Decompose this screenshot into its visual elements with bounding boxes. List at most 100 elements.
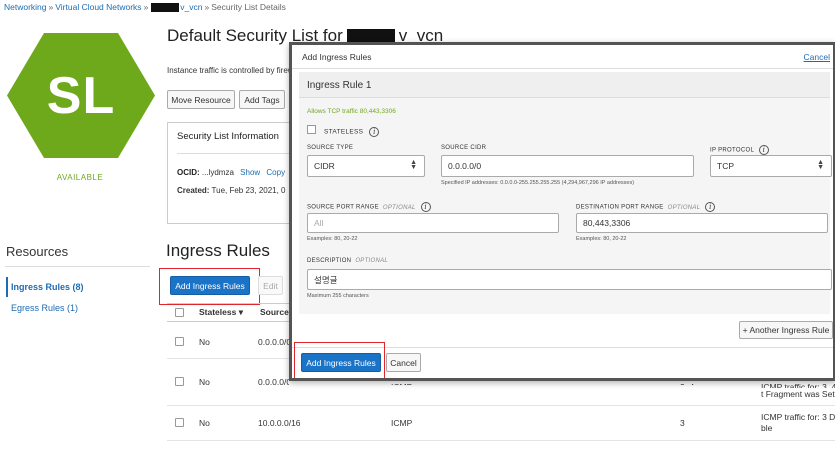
divider xyxy=(5,266,150,267)
source-type-label: SOURCE TYPE xyxy=(307,145,354,151)
description-label-text: DESCRIPTION xyxy=(307,258,352,264)
resources-heading: Resources xyxy=(6,244,69,259)
breadcrumb-vcns[interactable]: Virtual Cloud Networks xyxy=(55,2,141,12)
cell-description: ICMP traffic for: 3, 4 Destination Unrea… xyxy=(761,382,835,388)
info-icon[interactable]: i xyxy=(369,127,380,137)
intro-text: Instance traffic is controlled by firewa… xyxy=(167,66,292,75)
description-hint: Maximum 255 characters xyxy=(307,293,369,299)
created-label: Created: xyxy=(177,186,210,195)
resource-hexagon-icon: SL xyxy=(7,33,155,158)
rule-summary: Allows TCP traffic 80,443,3306 xyxy=(307,108,396,115)
cell-source: 10.0.0.0/16 xyxy=(258,418,301,428)
cell-source: 0.0.0.0/0 xyxy=(258,377,289,387)
row-divider xyxy=(167,440,835,441)
breadcrumb-vcn[interactable]: v_vcn xyxy=(180,2,202,12)
ocid-value: ...lydmza xyxy=(201,168,234,177)
stateless-checkbox[interactable] xyxy=(307,125,316,134)
source-type-select[interactable]: CIDR ▲ ▼ xyxy=(307,155,425,177)
ip-protocol-select[interactable]: TCP ▲ ▼ xyxy=(710,155,832,177)
description-input[interactable]: 설명글 xyxy=(307,269,832,290)
description-label: DESCRIPTION OPTIONAL xyxy=(307,258,388,264)
stateless-label-text: STATELESS xyxy=(324,128,364,136)
info-icon[interactable]: i xyxy=(420,202,431,212)
breadcrumb-current: Security List Details xyxy=(211,2,286,12)
breadcrumb: Networking » Virtual Cloud Networks » v_… xyxy=(4,2,286,12)
source-cidr-hint: Specified IP addresses: 0.0.0.0-255.255.… xyxy=(441,180,635,186)
ocid-label: OCID: xyxy=(177,168,200,177)
row-checkbox[interactable] xyxy=(175,377,184,386)
ingress-rule-header xyxy=(299,72,830,98)
resource-initials: SL xyxy=(46,66,116,125)
ocid-copy-link[interactable]: Copy xyxy=(266,168,285,177)
select-arrows-icon: ▲ ▼ xyxy=(410,159,417,171)
cell-stateless: No xyxy=(199,418,210,428)
ocid-row: OCID: ...lydmza Show Copy xyxy=(177,168,292,177)
cell-type: 3 xyxy=(680,418,685,428)
dialog-title: Add Ingress Rules xyxy=(302,52,372,62)
select-all-checkbox[interactable] xyxy=(175,308,184,317)
edit-button[interactable]: Edit xyxy=(258,276,283,295)
source-type-value: CIDR xyxy=(314,161,335,171)
source-port-label-text: SOURCE PORT RANGE xyxy=(307,204,379,211)
source-port-input[interactable]: All xyxy=(307,213,559,233)
dest-port-label-text: DESTINATION PORT RANGE xyxy=(576,204,664,211)
cell-stateless: No xyxy=(199,337,210,347)
dialog-cancel-link[interactable]: Cancel xyxy=(804,52,830,62)
divider xyxy=(292,68,833,69)
description-value: 설명글 xyxy=(314,274,338,285)
cell-stateless: No xyxy=(199,377,210,387)
cell-protocol: ICMP xyxy=(391,382,412,385)
breadcrumb-networking[interactable]: Networking xyxy=(4,2,47,12)
row-divider xyxy=(167,405,835,406)
source-port-placeholder: All xyxy=(314,218,324,228)
dest-port-value: 80,443,3306 xyxy=(583,218,631,228)
optional-tag: OPTIONAL xyxy=(667,204,701,211)
created-value: Tue, Feb 23, 2021, 0 xyxy=(211,186,286,195)
ip-protocol-label-text: IP PROTOCOL xyxy=(710,147,754,154)
sidebar-item-ingress-rules[interactable]: Ingress Rules (8) xyxy=(11,282,84,292)
source-cidr-input[interactable]: 0.0.0.0/0 xyxy=(441,155,694,177)
divider xyxy=(177,153,292,154)
column-header-stateless[interactable]: Stateless ▾ xyxy=(199,307,243,318)
move-resource-button[interactable]: Move Resource xyxy=(167,90,235,109)
source-port-label: SOURCE PORT RANGE OPTIONAL i xyxy=(307,202,431,212)
dest-port-label: DESTINATION PORT RANGE OPTIONAL i xyxy=(576,202,716,212)
stateless-label: STATELESS i xyxy=(324,127,380,137)
cell-source: 0.0.0.0/0 xyxy=(258,337,292,347)
cell-protocol: ICMP xyxy=(391,418,413,428)
row-checkbox[interactable] xyxy=(175,337,184,346)
source-port-hint: Examples: 80, 20-22 xyxy=(307,236,358,242)
redacted-block xyxy=(346,29,395,43)
ingress-rule-title: Ingress Rule 1 xyxy=(307,80,372,91)
optional-tag: OPTIONAL xyxy=(355,258,389,264)
add-ingress-rules-dialog: Add Ingress Rules Cancel Ingress Rule 1 … xyxy=(289,42,835,381)
ocid-show-link[interactable]: Show xyxy=(240,168,260,177)
cell-description-cont: t Fragment was Set xyxy=(761,389,835,399)
add-ingress-rules-button[interactable]: Add Ingress Rules xyxy=(170,276,250,295)
status-badge: AVAILABLE xyxy=(56,173,104,182)
dest-port-hint: Examples: 80, 20-22 xyxy=(576,236,627,242)
sidebar-item-egress-rules[interactable]: Egress Rules (1) xyxy=(11,303,78,313)
another-ingress-rule-button[interactable]: + Another Ingress Rule xyxy=(739,321,833,339)
dialog-cancel-button[interactable]: Cancel xyxy=(386,353,421,372)
breadcrumb-separator: » xyxy=(204,2,210,12)
redacted-block xyxy=(151,2,180,12)
breadcrumb-separator: » xyxy=(143,2,149,12)
created-row: Created: Tue, Feb 23, 2021, 0 xyxy=(177,186,292,195)
row-checkbox[interactable] xyxy=(175,418,184,427)
info-icon[interactable]: i xyxy=(705,202,716,212)
source-cidr-label: SOURCE CIDR xyxy=(441,145,487,151)
select-arrows-icon: ▲ ▼ xyxy=(817,159,824,171)
ingress-rules-heading: Ingress Rules xyxy=(166,241,270,260)
active-indicator xyxy=(6,277,8,297)
add-tags-button[interactable]: Add Tags xyxy=(239,90,285,109)
column-header-source[interactable]: Source xyxy=(260,307,289,317)
ip-protocol-label: IP PROTOCOL i xyxy=(710,145,769,155)
submit-add-ingress-rules-button[interactable]: Add Ingress Rules xyxy=(301,353,381,372)
dest-port-input[interactable]: 80,443,3306 xyxy=(576,213,828,233)
breadcrumb-separator: » xyxy=(48,2,54,12)
source-cidr-value: 0.0.0.0/0 xyxy=(448,161,482,171)
info-card-title: Security List Information xyxy=(177,131,279,142)
info-icon[interactable]: i xyxy=(758,145,769,155)
cell-description-cont: ble xyxy=(761,423,773,433)
